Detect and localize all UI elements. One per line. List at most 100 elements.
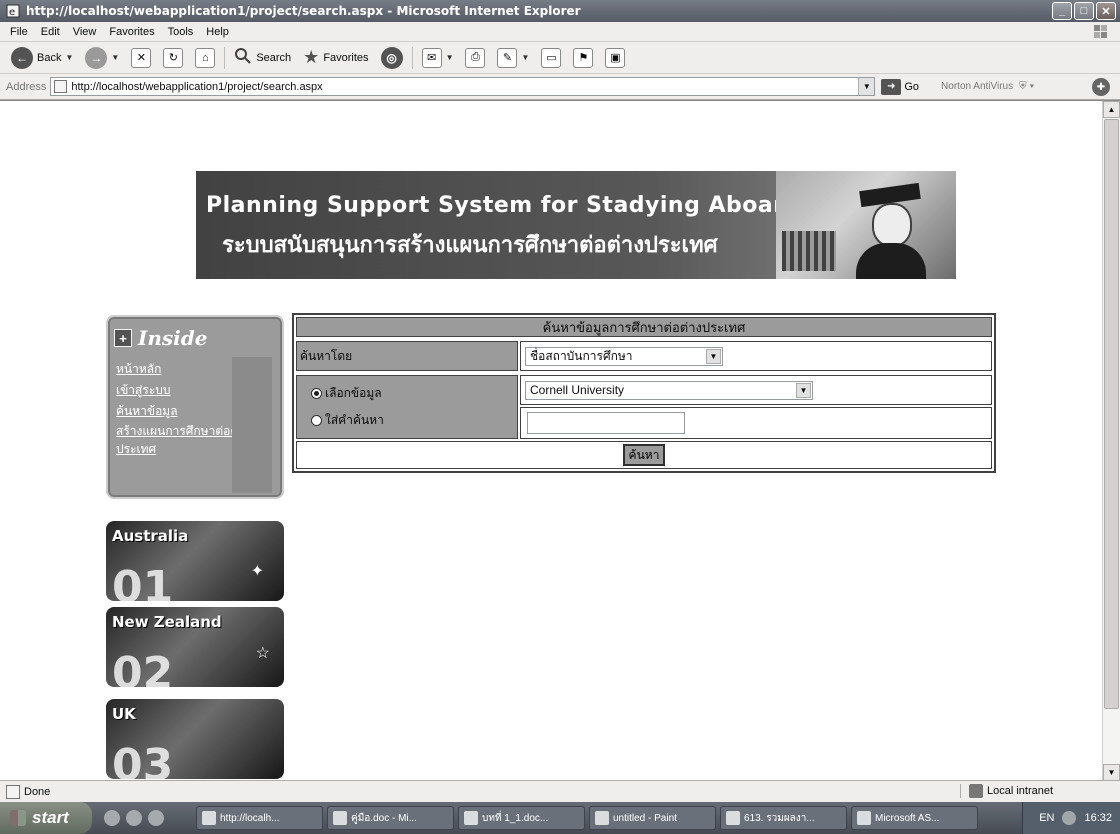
keyword-input[interactable] bbox=[527, 412, 685, 434]
radio-select-label: เลือกข้อมูล bbox=[325, 386, 382, 400]
system-tray: EN 16:32 bbox=[1022, 802, 1120, 834]
menu-bar: File Edit View Favorites Tools Help bbox=[0, 22, 1120, 42]
country-number: 03 bbox=[112, 740, 174, 779]
tray-arrow-icon[interactable] bbox=[1062, 811, 1077, 825]
research-icon: ⚑ bbox=[573, 47, 594, 68]
quick-launch-icon[interactable] bbox=[104, 810, 120, 826]
search-form-title: ค้นหาข้อมูลการศึกษาต่อต่างประเทศ bbox=[296, 317, 992, 337]
search-submit-button[interactable]: ค้นหา bbox=[622, 444, 666, 466]
scroll-thumb[interactable] bbox=[1104, 119, 1119, 709]
maximize-button[interactable]: □ bbox=[1074, 2, 1094, 20]
page-icon bbox=[54, 80, 68, 93]
start-button[interactable]: start bbox=[0, 802, 92, 834]
favorites-button[interactable]: ★ Favorites bbox=[300, 45, 371, 71]
folder-icon bbox=[726, 811, 740, 825]
print-button[interactable]: ⎙ bbox=[462, 45, 488, 71]
taskbar-item[interactable]: http://localh... bbox=[196, 806, 323, 830]
language-indicator[interactable]: EN bbox=[1039, 812, 1054, 824]
graduate-mascot-image bbox=[776, 171, 956, 279]
back-dropdown-icon[interactable]: ▼ bbox=[65, 53, 73, 62]
toolbar-extension-icon[interactable]: ✚ bbox=[1092, 78, 1110, 96]
close-button[interactable]: ✕ bbox=[1096, 2, 1116, 20]
menu-help[interactable]: Help bbox=[206, 26, 229, 38]
quick-launch-icon[interactable] bbox=[126, 810, 142, 826]
media-button[interactable]: ◎ bbox=[378, 45, 406, 71]
country-name: UK bbox=[112, 705, 136, 723]
back-label: Back bbox=[37, 51, 62, 64]
star-icon: ✦ bbox=[250, 563, 264, 580]
radio-keyword-label: ใส่คำค้นหา bbox=[325, 413, 384, 427]
quick-launch-icon[interactable] bbox=[148, 810, 164, 826]
menu-file[interactable]: File bbox=[10, 26, 28, 38]
go-button[interactable]: ➜ Go bbox=[881, 78, 919, 95]
page-viewport: Planning Support System for Stadying Abo… bbox=[0, 100, 1120, 781]
taskbar-item[interactable]: บทที่ 1_1.doc... bbox=[458, 806, 585, 830]
home-icon: ⌂ bbox=[195, 47, 216, 68]
banner-title-en: Planning Support System for Stadying Abo… bbox=[206, 193, 801, 218]
scroll-up-icon[interactable]: ▲ bbox=[1103, 101, 1120, 118]
discuss-button[interactable]: ▭ bbox=[538, 45, 564, 71]
home-button[interactable]: ⌂ bbox=[192, 45, 218, 71]
stop-button[interactable]: ✕ bbox=[128, 45, 154, 71]
messenger-button[interactable]: ▣ bbox=[602, 45, 628, 71]
institution-selected: Cornell University bbox=[530, 383, 625, 397]
forward-button[interactable]: → ▼ bbox=[82, 45, 122, 71]
ie-icon bbox=[202, 811, 216, 825]
print-icon: ⎙ bbox=[465, 47, 486, 68]
refresh-button[interactable]: ↻ bbox=[160, 45, 186, 71]
address-url: http://localhost/webapplication1/project… bbox=[71, 80, 323, 93]
radio-keyword[interactable]: ใส่คำค้นหา bbox=[311, 411, 384, 430]
search-mode-cell: เลือกข้อมูล ใส่คำค้นหา bbox=[296, 375, 518, 439]
edit-button[interactable]: ✎ ▼ bbox=[494, 45, 532, 71]
minimize-button[interactable]: _ bbox=[1052, 2, 1072, 20]
search-form: ค้นหาข้อมูลการศึกษาต่อต่างประเทศ ค้นหาโด… bbox=[292, 313, 996, 473]
search-button-cell: ค้นหา bbox=[296, 441, 992, 469]
norton-toolbar[interactable]: Norton AntiVirus ⛨ ▾ bbox=[941, 81, 1034, 92]
radio-button-unchecked[interactable] bbox=[311, 415, 322, 426]
star-icon: ☆ bbox=[255, 645, 270, 662]
country-banner-uk[interactable]: UK 03 bbox=[106, 699, 284, 779]
radio-select-data[interactable]: เลือกข้อมูล bbox=[311, 384, 382, 403]
mail-dropdown-icon[interactable]: ▼ bbox=[446, 53, 454, 62]
page-done-icon bbox=[6, 784, 20, 799]
menu-favorites[interactable]: Favorites bbox=[109, 26, 154, 38]
forward-arrow-icon: → bbox=[85, 46, 108, 69]
address-dropdown-icon[interactable]: ▼ bbox=[858, 78, 875, 95]
back-arrow-icon: ← bbox=[11, 46, 33, 69]
address-input[interactable]: http://localhost/webapplication1/project… bbox=[50, 77, 876, 96]
intranet-icon bbox=[969, 784, 983, 798]
taskbar-item[interactable]: 613. รวมผลงา... bbox=[720, 806, 847, 830]
taskbar-item[interactable]: untitled - Paint bbox=[589, 806, 716, 830]
search-by-label: ค้นหาโดย bbox=[300, 348, 353, 363]
windows-logo-icon bbox=[1088, 24, 1112, 40]
menu-tools[interactable]: Tools bbox=[168, 26, 194, 38]
forward-dropdown-icon[interactable]: ▼ bbox=[111, 53, 119, 62]
scroll-down-icon[interactable]: ▼ bbox=[1103, 764, 1120, 781]
svg-text:e: e bbox=[9, 7, 15, 18]
institution-select[interactable]: Cornell University ▼ bbox=[525, 380, 813, 400]
task-list: http://localh... คู่มือ.doc - Mi... บทที… bbox=[196, 806, 978, 830]
plus-icon: + bbox=[114, 329, 132, 347]
favorites-label: Favorites bbox=[323, 51, 369, 64]
taskbar-item[interactable]: Microsoft AS... bbox=[851, 806, 978, 830]
paint-icon bbox=[595, 811, 609, 825]
toolbar-separator bbox=[411, 46, 413, 69]
country-banner-new-zealand[interactable]: ☆ New Zealand 02 bbox=[106, 607, 284, 687]
discuss-icon: ▭ bbox=[541, 47, 562, 68]
taskbar-item[interactable]: คู่มือ.doc - Mi... bbox=[327, 806, 454, 830]
search-by-select[interactable]: ชื่อสถาบันการศึกษา ▼ bbox=[525, 346, 723, 366]
mail-button[interactable]: ✉ ▼ bbox=[419, 45, 457, 71]
country-banner-australia[interactable]: ✦ Australia 01 bbox=[106, 521, 284, 601]
research-button[interactable]: ⚑ bbox=[570, 45, 596, 71]
standard-toolbar: ← Back ▼ → ▼ ✕ ↻ ⌂ Search ★ Favorites ◎ … bbox=[0, 42, 1120, 74]
start-label: start bbox=[32, 808, 69, 827]
radio-button-checked[interactable] bbox=[311, 388, 322, 399]
menu-edit[interactable]: Edit bbox=[41, 26, 60, 38]
vertical-scrollbar[interactable]: ▲ ▼ bbox=[1102, 101, 1120, 781]
word-icon bbox=[333, 811, 347, 825]
edit-dropdown-icon[interactable]: ▼ bbox=[521, 53, 529, 62]
menu-view[interactable]: View bbox=[73, 26, 97, 38]
back-button[interactable]: ← Back ▼ bbox=[8, 45, 76, 71]
word-icon bbox=[464, 811, 478, 825]
search-button[interactable]: Search bbox=[231, 45, 294, 71]
